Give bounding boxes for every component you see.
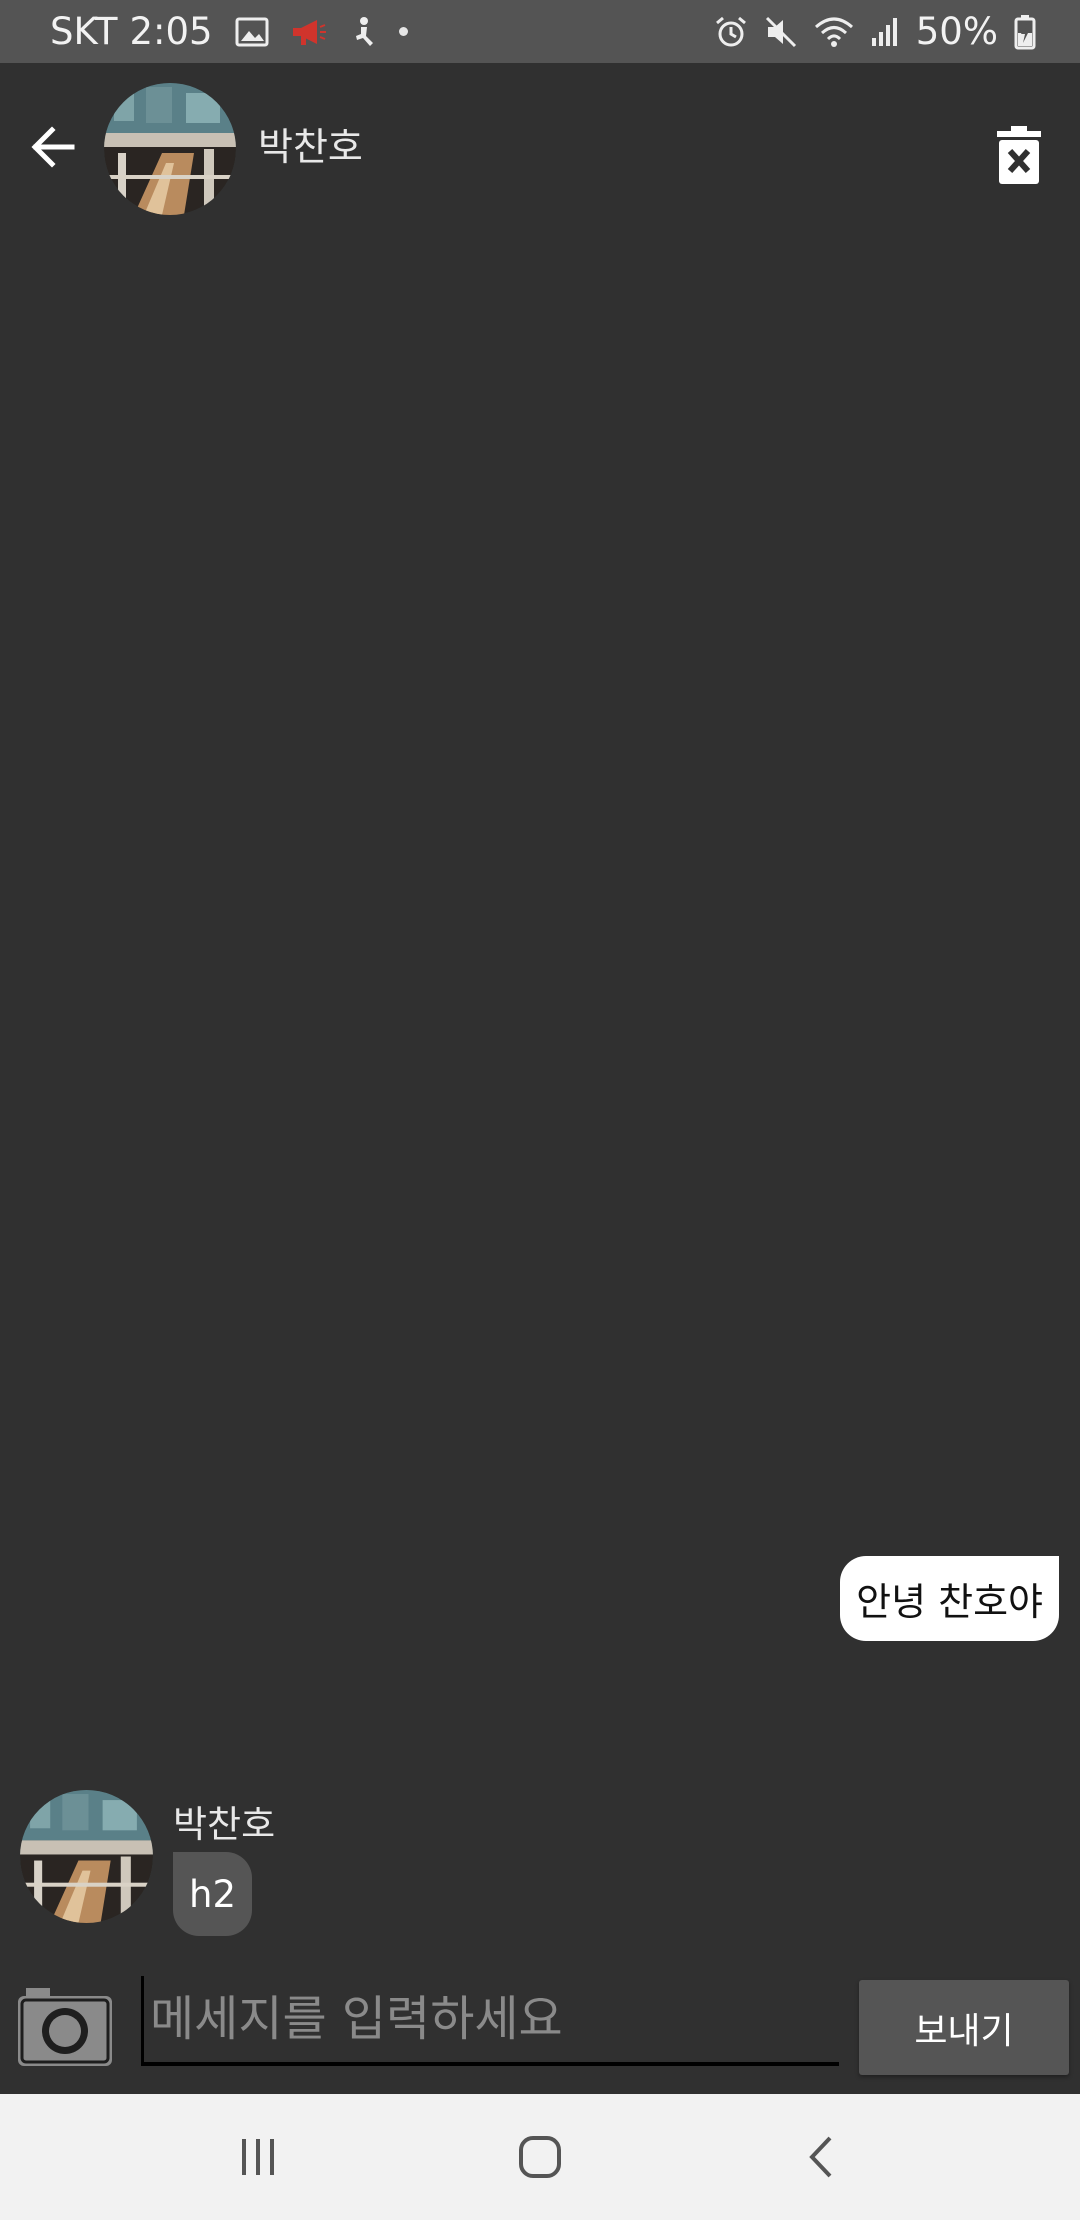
megaphone-icon [291,17,327,47]
contact-name: 박찬호 [258,125,363,169]
status-bar: SKT 2:05 50% [0,0,1080,63]
received-message-text: h2 [189,1872,236,1916]
recents-button[interactable] [218,2120,298,2194]
back-icon [809,2136,832,2178]
accessibility-icon [349,16,377,48]
trash-x-icon [997,126,1041,184]
delete-chat-button[interactable] [988,115,1050,195]
contact-avatar[interactable] [104,83,236,215]
dot-icon [398,27,408,36]
sent-message-bubble: 안녕 찬호야 [840,1556,1059,1641]
message-input[interactable] [141,1976,839,2066]
arrow-left-icon [31,126,75,168]
signal-icon [870,16,900,48]
nav-back-button[interactable] [782,2120,862,2194]
battery-percent: 50% [915,10,998,53]
recents-icon [242,2139,274,2175]
back-button[interactable] [22,116,84,178]
sender-avatar[interactable] [20,1790,153,1923]
alarm-icon [714,15,748,49]
camera-icon [18,1988,112,2066]
sender-name: 박찬호 [173,1803,276,1846]
navigation-bar [0,2094,1080,2220]
status-bar-left: SKT 2:05 [50,0,408,63]
camera-button[interactable] [16,1986,114,2068]
status-bar-right: 50% [714,0,1036,63]
image-icon [235,17,269,47]
chat-header: 박찬호 [0,63,1080,233]
carrier-label: SKT [50,10,118,53]
send-button[interactable]: 보내기 [859,1980,1069,2075]
battery-icon [1014,14,1036,50]
mute-icon [764,15,798,49]
received-message-bubble: h2 [173,1852,252,1936]
clock: 2:05 [129,10,213,53]
wifi-icon [814,15,854,49]
sent-message-text: 안녕 찬호야 [856,1580,1043,1624]
home-icon [519,2136,561,2178]
home-button[interactable] [500,2120,580,2194]
